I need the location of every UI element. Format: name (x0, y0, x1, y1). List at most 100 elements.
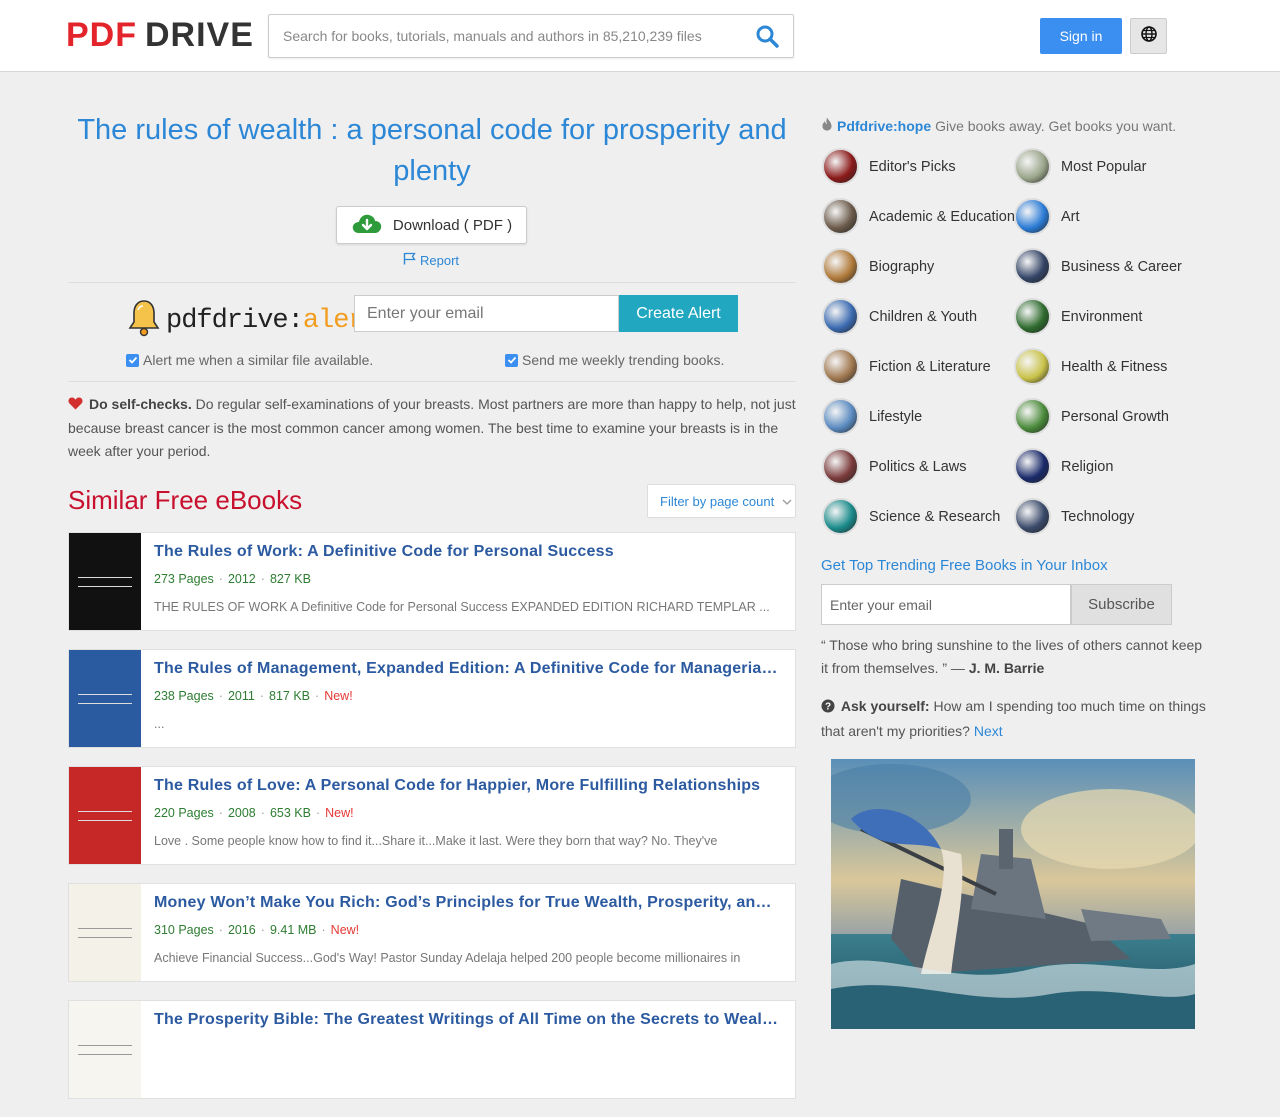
book-size: 827 KB (269, 572, 311, 586)
advertisement-image[interactable] (831, 759, 1195, 1029)
category-editors-picks[interactable]: Editor's Picks (822, 148, 956, 185)
book-info: Money Won’t Make You Rich: God’s Princip… (154, 894, 781, 965)
book-info: The Prosperity Bible: The Greatest Writi… (154, 1011, 781, 1054)
ask-next-link[interactable]: Next (974, 723, 1003, 739)
trending-heading: Get Top Trending Free Books in Your Inbo… (821, 557, 1108, 574)
book-title-link[interactable]: The Rules of Management, Expanded Editio… (154, 660, 781, 678)
category-most-popular[interactable]: Most Popular (1014, 148, 1146, 185)
separator-dot: · (260, 923, 265, 937)
pdfdrive-logo[interactable]: PDF DRIVE (66, 15, 254, 54)
separator-dot: · (259, 689, 265, 703)
hope-text: Give books away. Get books you want. (935, 117, 1177, 134)
politics-icon (822, 448, 859, 485)
book-cover-image[interactable] (69, 884, 141, 981)
book-size: 817 KB (269, 689, 311, 703)
new-badge: New! (325, 806, 354, 820)
book-cover-image[interactable] (69, 767, 141, 864)
sign-in-button[interactable]: Sign in (1040, 18, 1122, 54)
category-label: Politics & Laws (869, 458, 967, 475)
search-icon[interactable] (755, 24, 779, 48)
editors-picks-icon (822, 148, 859, 185)
hope-link[interactable]: Pdfdrive:hope (837, 118, 931, 134)
category-politics[interactable]: Politics & Laws (822, 448, 967, 485)
category-environment[interactable]: Environment (1014, 298, 1142, 335)
book-year: 2016 (227, 923, 256, 937)
category-fiction[interactable]: Fiction & Literature (822, 348, 991, 385)
book-list-item[interactable]: The Rules of Work: A Definitive Code for… (68, 532, 796, 631)
book-title-link[interactable]: The Prosperity Bible: The Greatest Writi… (154, 1011, 781, 1029)
category-label: Biography (869, 258, 935, 275)
search-input[interactable] (269, 15, 739, 57)
book-pages: 220 Pages (154, 806, 214, 820)
category-label: Fiction & Literature (869, 358, 991, 375)
book-list-item[interactable]: The Rules of Love: A Personal Code for H… (68, 766, 796, 865)
book-cover-image[interactable] (69, 533, 141, 630)
religion-icon (1014, 448, 1051, 485)
category-personal-growth[interactable]: Personal Growth (1014, 398, 1169, 435)
book-list-item[interactable]: The Rules of Management, Expanded Editio… (68, 649, 796, 748)
category-science[interactable]: Science & Research (822, 498, 1000, 535)
book-title-link[interactable]: The Rules of Work: A Definitive Code for… (154, 543, 781, 561)
category-label: Most Popular (1061, 158, 1147, 175)
subscribe-button[interactable]: Subscribe (1071, 584, 1172, 625)
ask-title: Ask yourself: (840, 698, 930, 714)
report-link[interactable]: Report (403, 252, 459, 268)
book-cover-image[interactable] (69, 650, 141, 747)
language-button[interactable] (1130, 18, 1167, 54)
new-badge: New! (330, 923, 360, 937)
category-technology[interactable]: Technology (1014, 498, 1134, 535)
category-business[interactable]: Business & Career (1014, 248, 1182, 285)
question-circle-icon: ? (821, 697, 835, 720)
flag-icon (403, 252, 416, 268)
book-meta: 273 Pages · 2012 · 827 KB (154, 572, 781, 586)
category-children[interactable]: Children & Youth (822, 298, 977, 335)
book-title-link[interactable]: The Rules of Love: A Personal Code for H… (154, 777, 781, 795)
book-meta: 238 Pages · 2011 · 817 KB · New! (154, 689, 781, 703)
book-pages: 238 Pages (154, 689, 214, 703)
book-list-item[interactable]: Money Won’t Make You Rich: God’s Princip… (68, 883, 796, 982)
globe-icon (1140, 25, 1157, 47)
book-info: The Rules of Management, Expanded Editio… (154, 660, 781, 731)
book-year: 2012 (227, 572, 256, 586)
separator-dot: · (218, 923, 223, 937)
category-biography[interactable]: Biography (822, 248, 934, 285)
similar-file-checkbox[interactable]: Alert me when a similar file available. (126, 352, 373, 368)
category-health[interactable]: Health & Fitness (1014, 348, 1167, 385)
svg-text:?: ? (825, 702, 831, 713)
book-cover-image[interactable] (69, 1001, 141, 1098)
business-icon (1014, 248, 1051, 285)
category-religion[interactable]: Religion (1014, 448, 1113, 485)
create-alert-button[interactable]: Create Alert (619, 295, 738, 332)
category-label: Editor's Picks (869, 158, 956, 175)
category-art[interactable]: Art (1014, 198, 1080, 235)
book-year: 2008 (227, 806, 256, 820)
logo-pdf-text: PDF (66, 15, 137, 54)
page-title: The rules of wealth : a personal code fo… (77, 114, 787, 187)
book-title-link[interactable]: Money Won’t Make You Rich: God’s Princip… (154, 894, 781, 912)
filter-page-count-dropdown[interactable]: Filter by page count (647, 484, 796, 518)
category-label: Children & Youth (869, 308, 978, 325)
academic-icon (822, 198, 859, 235)
quote-author: J. M. Barrie (968, 660, 1045, 676)
book-excerpt: ... (154, 717, 165, 731)
category-label: Science & Research (869, 508, 1001, 525)
fire-icon (821, 117, 833, 134)
category-label: Religion (1061, 458, 1114, 475)
checkbox-checked-icon (505, 353, 518, 367)
category-lifestyle[interactable]: Lifestyle (822, 398, 922, 435)
filter-label: Filter by page count (660, 493, 775, 509)
report-label: Report (420, 252, 460, 268)
logo-drive-text: DRIVE (145, 15, 254, 54)
heart-icon (68, 394, 83, 417)
subscribe-email-field[interactable] (821, 584, 1071, 625)
category-label: Health & Fitness (1061, 358, 1168, 375)
download-button[interactable]: Download ( PDF ) (336, 206, 527, 244)
technology-icon (1014, 498, 1051, 535)
alert-email-field[interactable] (354, 295, 619, 332)
weekly-trending-checkbox[interactable]: Send me weekly trending books. (505, 352, 724, 368)
separator-dot: · (315, 806, 321, 820)
category-academic[interactable]: Academic & Education (822, 198, 1015, 235)
book-list-item[interactable]: The Prosperity Bible: The Greatest Writi… (68, 1000, 796, 1099)
book-size: 9.41 MB (269, 923, 317, 937)
book-info: The Rules of Work: A Definitive Code for… (154, 543, 781, 614)
